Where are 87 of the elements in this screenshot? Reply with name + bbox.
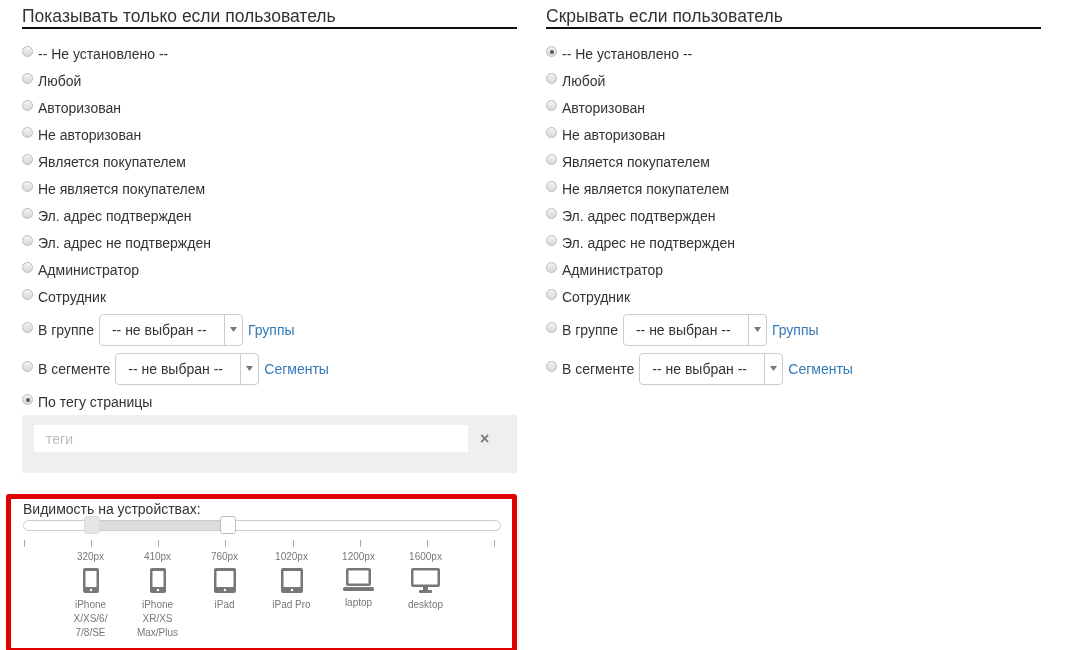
option-label: Не является покупателем [38,180,206,197]
device-label: iPhone X/XS/6/ 7/8/SE [72,598,109,640]
radio-button[interactable] [546,235,557,246]
option-label: Не авторизован [562,126,666,143]
tags-field[interactable]: теги [34,425,468,452]
radio-button[interactable] [22,322,33,333]
radio-button[interactable] [546,361,557,372]
radio-button[interactable] [22,208,33,219]
option-label: Любой [38,72,82,89]
width-label: 760px [210,551,239,563]
device-label: iPad [213,598,236,612]
section-title: Видимость на устройствах: [23,500,202,518]
device-label: laptop [343,596,374,610]
tablet-icon [280,568,303,593]
option-label: В группе [38,321,94,338]
option-label: -- Не установлено -- [562,45,693,62]
width-label: 1020px [275,551,308,563]
radio-button[interactable] [22,262,33,273]
width-label: 1600px [409,551,442,563]
option-label: Эл. адрес не подтвержден [562,234,735,251]
radio-button[interactable] [546,262,557,273]
radio-button[interactable] [22,46,33,57]
option-label: Эл. адрес не подтвержден [38,234,211,251]
option-label: Авторизован [562,99,645,116]
radio-button[interactable] [546,100,557,111]
laptop-icon [343,568,374,591]
option-label: В группе [562,321,618,338]
option-label: Не авторизован [38,126,142,143]
option-label: Является покупателем [562,153,710,170]
radio-button[interactable] [22,361,33,372]
dropdown[interactable]: -- не выбран -- [622,313,767,346]
caret-icon [229,327,237,332]
radio-button[interactable] [22,154,33,165]
radio-button[interactable] [546,181,557,192]
phone-icon [82,568,99,593]
clear-button[interactable]: × [476,425,494,452]
option-label: Администратор [562,261,663,278]
caret-icon [246,366,254,371]
dropdown[interactable]: -- не выбран -- [115,352,260,385]
radio-button[interactable] [546,73,557,84]
radio-button[interactable] [546,154,557,165]
radio-button[interactable] [546,46,557,57]
option-label: По тегу страницы [38,393,153,410]
dropdown[interactable]: -- не выбран -- [98,313,243,346]
radio-button[interactable] [546,208,557,219]
option-label: Не является покупателем [562,180,730,197]
device-label: desktop [407,598,444,612]
option-label: Администратор [38,261,139,278]
option-label: В сегменте [562,360,635,377]
option-label: Эл. адрес подтвержден [38,207,192,224]
option-label: В сегменте [38,360,111,377]
radio-button[interactable] [22,181,33,192]
dropdown[interactable]: -- не выбран -- [639,352,784,385]
radio-button[interactable] [22,73,33,84]
option-label: -- Не установлено -- [38,45,169,62]
slider-handle[interactable] [220,516,236,534]
device-label: iPhone XR/XS Max/Plus [135,598,180,640]
radio-button[interactable] [546,289,557,300]
radio-button[interactable] [22,289,33,300]
link[interactable]: Группы [247,321,295,338]
radio-button[interactable] [22,394,33,405]
link[interactable]: Группы [771,321,819,338]
radio-button[interactable] [22,235,33,246]
radio-button[interactable] [22,127,33,138]
tablet-icon [213,568,236,593]
link[interactable]: Сегменты [264,360,329,377]
caret-icon [753,327,761,332]
slider-handle[interactable] [84,516,100,534]
option-label: Эл. адрес подтвержден [562,207,716,224]
phone-icon [149,568,166,593]
option-label: Авторизован [38,99,121,116]
option-label: Является покупателем [38,153,186,170]
section-heading: Скрывать если пользователь [546,6,1041,29]
option-label: Любой [562,72,606,89]
option-label: Сотрудник [38,288,106,305]
link[interactable]: Сегменты [788,360,853,377]
radio-button[interactable] [546,322,557,333]
device-label: iPad Pro [271,598,312,612]
monitor-icon [411,568,440,593]
width-label: 1200px [342,551,375,563]
radio-button[interactable] [546,127,557,138]
radio-button[interactable] [22,100,33,111]
section-heading: Показывать только если пользователь [22,6,517,29]
width-label: 320px [76,551,105,563]
width-label: 410px [143,551,172,563]
option-label: Сотрудник [562,288,630,305]
caret-icon [770,366,778,371]
